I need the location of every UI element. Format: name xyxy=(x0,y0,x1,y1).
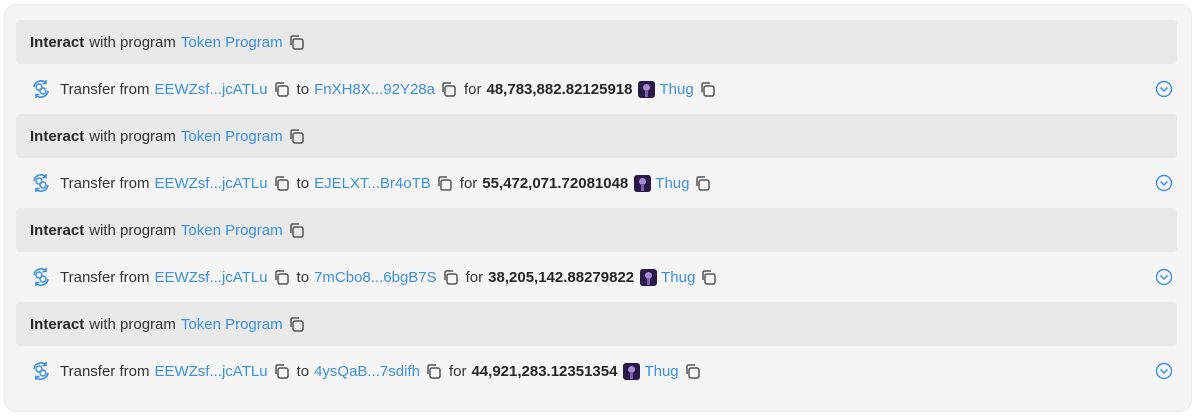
from-address-link[interactable]: EEWZsf...jcATLu xyxy=(154,175,267,192)
transfer-icon xyxy=(30,172,52,194)
copy-icon[interactable] xyxy=(273,363,290,380)
transfer-amount: 48,783,882.82125918 xyxy=(486,80,633,98)
token-link[interactable]: Thug xyxy=(655,175,689,192)
to-word: to xyxy=(296,80,310,98)
program-link[interactable]: Token Program xyxy=(181,128,283,145)
transfer-label: Transfer from xyxy=(60,174,150,192)
interact-label: Interact xyxy=(30,127,85,145)
copy-icon[interactable] xyxy=(288,222,305,239)
interact-text: with program xyxy=(89,127,176,145)
interact-text: with program xyxy=(89,221,176,239)
copy-icon[interactable] xyxy=(288,34,305,51)
from-address-link[interactable]: EEWZsf...jcATLu xyxy=(154,363,267,380)
interact-row: Interact with program Token Program xyxy=(16,114,1177,158)
copy-icon[interactable] xyxy=(694,175,711,192)
token-link[interactable]: Thug xyxy=(644,363,678,380)
copy-icon[interactable] xyxy=(288,316,305,333)
token-link[interactable]: Thug xyxy=(661,269,695,286)
instruction-panel: Interact with program Token Program Tran… xyxy=(4,4,1192,412)
interact-label: Interact xyxy=(30,221,85,239)
transfer-amount: 55,472,071.72081048 xyxy=(482,174,629,192)
to-word: to xyxy=(296,268,310,286)
program-link[interactable]: Token Program xyxy=(181,316,283,333)
copy-icon[interactable] xyxy=(273,175,290,192)
transfer-row: Transfer from EEWZsf...jcATLu to EJELXT.… xyxy=(16,158,1177,208)
for-word: for xyxy=(448,362,467,380)
token-logo-icon xyxy=(634,174,652,192)
copy-icon[interactable] xyxy=(425,363,442,380)
chevron-down-icon[interactable] xyxy=(1155,268,1173,286)
interact-label: Interact xyxy=(30,33,85,51)
token-logo-icon xyxy=(640,268,658,286)
transfer-icon xyxy=(30,360,52,382)
to-word: to xyxy=(296,174,310,192)
interact-row: Interact with program Token Program xyxy=(16,20,1177,64)
chevron-down-icon[interactable] xyxy=(1155,174,1173,192)
interact-row: Interact with program Token Program xyxy=(16,302,1177,346)
copy-icon[interactable] xyxy=(273,81,290,98)
transfer-icon xyxy=(30,266,52,288)
program-link[interactable]: Token Program xyxy=(181,222,283,239)
transfer-row: Transfer from EEWZsf...jcATLu to 7mCbo8.… xyxy=(16,252,1177,302)
copy-icon[interactable] xyxy=(273,269,290,286)
transfer-amount: 44,921,283.12351354 xyxy=(471,362,618,380)
for-word: for xyxy=(465,268,484,286)
from-address-link[interactable]: EEWZsf...jcATLu xyxy=(154,269,267,286)
to-address-link[interactable]: EJELXT...Br4oTB xyxy=(314,175,431,192)
token-logo-icon xyxy=(623,362,641,380)
interact-text: with program xyxy=(89,315,176,333)
chevron-down-icon[interactable] xyxy=(1155,80,1173,98)
transfer-label: Transfer from xyxy=(60,268,150,286)
transfer-label: Transfer from xyxy=(60,362,150,380)
copy-icon[interactable] xyxy=(699,81,716,98)
interact-row: Interact with program Token Program xyxy=(16,208,1177,252)
for-word: for xyxy=(459,174,478,192)
transfer-row: Transfer from EEWZsf...jcATLu to 4ysQaB.… xyxy=(16,346,1177,396)
to-address-link[interactable]: 7mCbo8...6bgB7S xyxy=(314,269,437,286)
program-link[interactable]: Token Program xyxy=(181,34,283,51)
token-link[interactable]: Thug xyxy=(659,81,693,98)
copy-icon[interactable] xyxy=(700,269,717,286)
interact-text: with program xyxy=(89,33,176,51)
transfer-icon xyxy=(30,78,52,100)
to-address-link[interactable]: FnXH8X...92Y28a xyxy=(314,81,435,98)
copy-icon[interactable] xyxy=(440,81,457,98)
for-word: for xyxy=(463,80,482,98)
to-word: to xyxy=(296,362,310,380)
transfer-row: Transfer from EEWZsf...jcATLu to FnXH8X.… xyxy=(16,64,1177,114)
copy-icon[interactable] xyxy=(684,363,701,380)
transfer-amount: 38,205,142.88279822 xyxy=(488,268,635,286)
copy-icon[interactable] xyxy=(288,128,305,145)
copy-icon[interactable] xyxy=(442,269,459,286)
from-address-link[interactable]: EEWZsf...jcATLu xyxy=(154,81,267,98)
copy-icon[interactable] xyxy=(436,175,453,192)
instruction-list: Interact with program Token Program Tran… xyxy=(16,20,1177,396)
token-logo-icon xyxy=(638,80,656,98)
transfer-label: Transfer from xyxy=(60,80,150,98)
chevron-down-icon[interactable] xyxy=(1155,362,1173,380)
to-address-link[interactable]: 4ysQaB...7sdifh xyxy=(314,363,420,380)
interact-label: Interact xyxy=(30,315,85,333)
